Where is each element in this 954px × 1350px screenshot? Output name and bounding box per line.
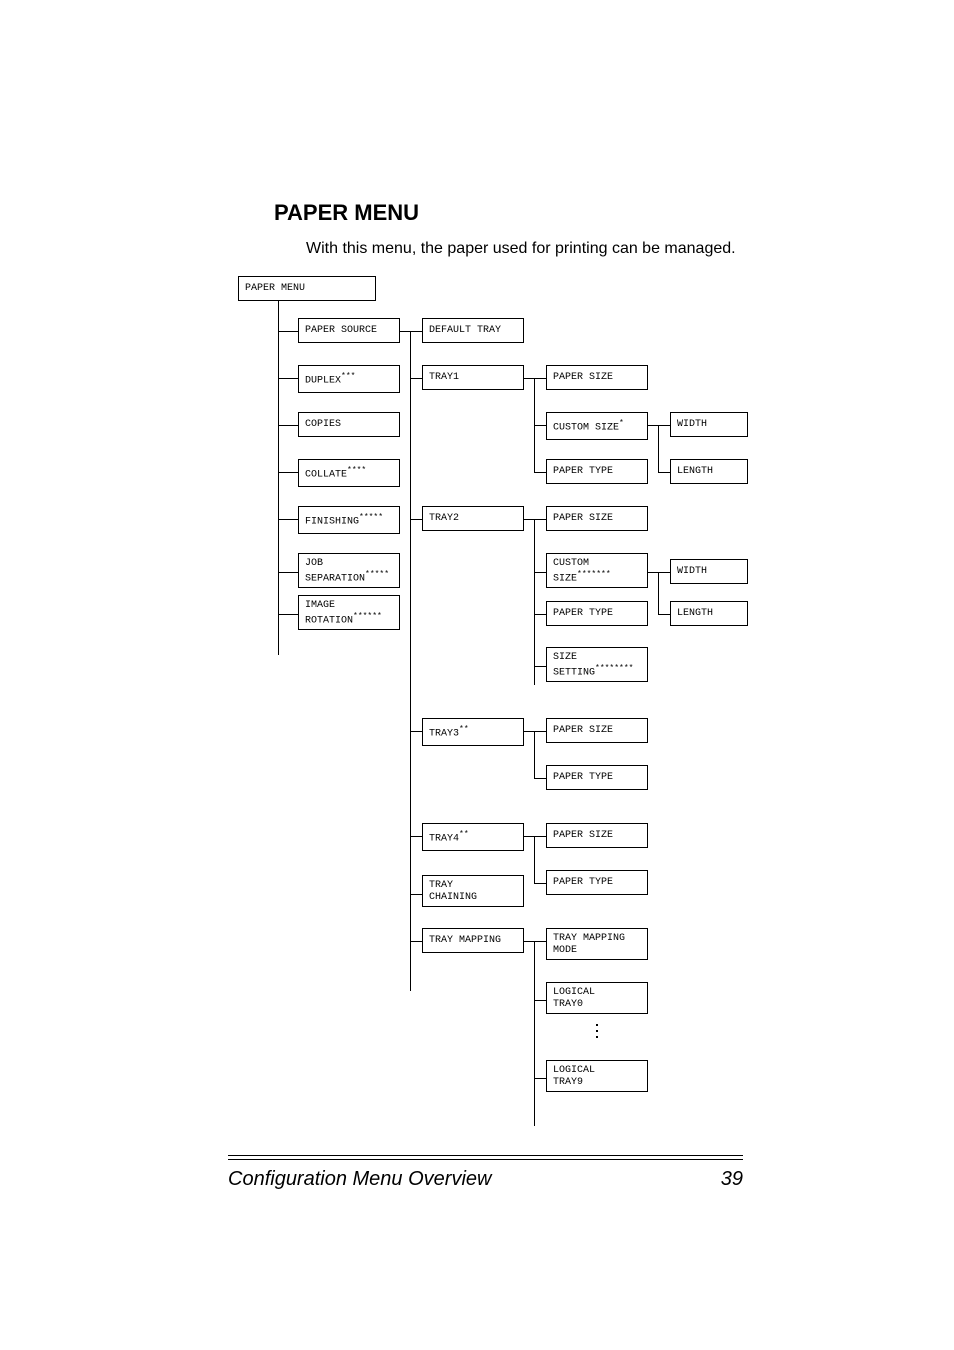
t3-paper-type: PAPER TYPE — [546, 765, 648, 790]
t1-width: WIDTH — [670, 412, 748, 437]
t2-paper-type: PAPER TYPE — [546, 601, 648, 626]
image-rot-box: IMAGE ROTATION****** — [298, 595, 400, 630]
t2-width: WIDTH — [670, 559, 748, 584]
paper-source-box: PAPER SOURCE — [298, 318, 400, 343]
t2-custom-size: CUSTOM SIZE******* — [546, 553, 648, 588]
vdots — [596, 1024, 598, 1042]
section-heading: PAPER MENU — [274, 200, 744, 226]
footer-title: Configuration Menu Overview — [228, 1168, 491, 1191]
tray1-box: TRAY1 — [422, 365, 524, 390]
tray-mapping-mode: TRAY MAPPING MODE — [546, 928, 648, 960]
section-intro: With this menu, the paper used for print… — [306, 240, 744, 258]
t1-paper-type: PAPER TYPE — [546, 459, 648, 484]
finishing-box: FINISHING***** — [298, 506, 400, 534]
tray-mapping-box: TRAY MAPPING — [422, 928, 524, 953]
footer-page: 39 — [721, 1168, 743, 1191]
t2-length: LENGTH — [670, 601, 748, 626]
t4-paper-size: PAPER SIZE — [546, 823, 648, 848]
t1-paper-size: PAPER SIZE — [546, 365, 648, 390]
job-sep-box: JOB SEPARATION***** — [298, 553, 400, 588]
menu-diagram: PAPER MENU PAPER SOURCE DUPLEX*** COPIES… — [238, 276, 758, 1151]
root-box: PAPER MENU — [238, 276, 376, 301]
logical-tray9: LOGICAL TRAY9 — [546, 1060, 648, 1092]
t2-size-setting: SIZE SETTING******** — [546, 647, 648, 682]
tray3-box: TRAY3** — [422, 718, 524, 746]
logical-tray0: LOGICAL TRAY0 — [546, 982, 648, 1014]
duplex-box: DUPLEX*** — [298, 365, 400, 393]
tray2-box: TRAY2 — [422, 506, 524, 531]
copies-box: COPIES — [298, 412, 400, 437]
t3-paper-size: PAPER SIZE — [546, 718, 648, 743]
default-tray-box: DEFAULT TRAY — [422, 318, 524, 343]
t4-paper-type: PAPER TYPE — [546, 870, 648, 895]
tray-chaining-box: TRAY CHAINING — [422, 875, 524, 907]
t1-length: LENGTH — [670, 459, 748, 484]
tray4-box: TRAY4** — [422, 823, 524, 851]
collate-box: COLLATE**** — [298, 459, 400, 487]
t1-custom-size: CUSTOM SIZE* — [546, 412, 648, 440]
t2-paper-size: PAPER SIZE — [546, 506, 648, 531]
